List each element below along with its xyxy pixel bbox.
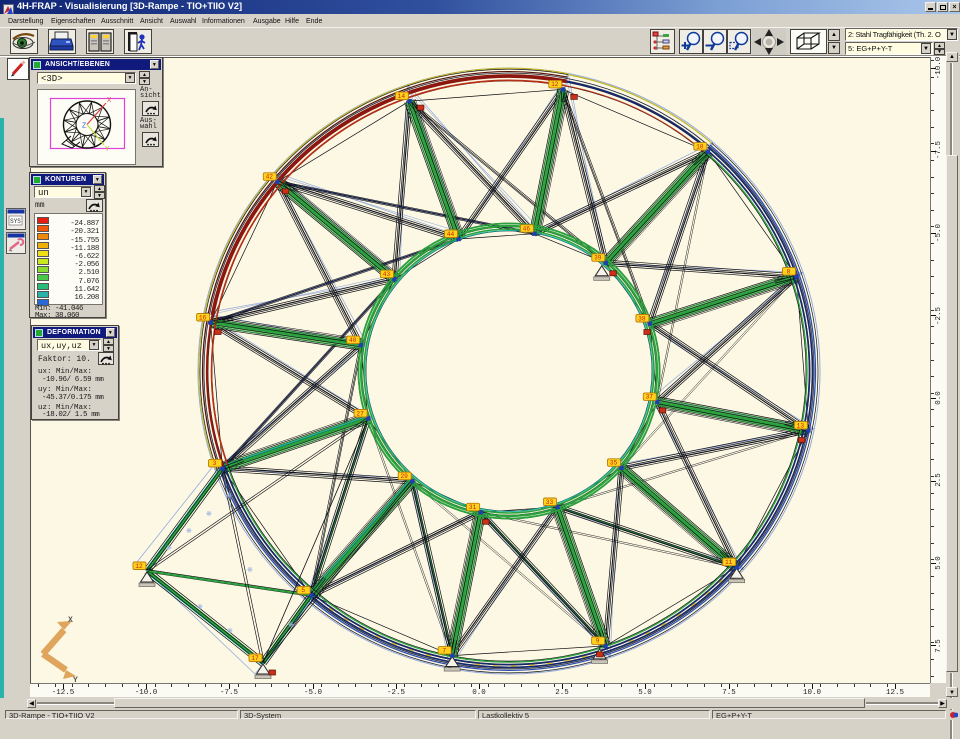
svg-text:37: 37	[646, 394, 654, 401]
svg-text:38: 38	[638, 315, 646, 322]
svg-text:11: 11	[725, 559, 733, 566]
svg-text:43: 43	[383, 271, 391, 278]
svg-text:33: 33	[546, 499, 554, 506]
svg-text:Z: Z	[82, 123, 86, 131]
svg-text:31: 31	[469, 504, 477, 511]
svg-text:35: 35	[610, 460, 618, 467]
svg-text:Y: Y	[73, 676, 78, 683]
svg-text:❋: ❋	[186, 527, 192, 535]
svg-text:❋: ❋	[197, 603, 203, 611]
svg-text:5: 5	[301, 587, 305, 594]
svg-text:❋: ❋	[166, 544, 172, 552]
svg-text:❋: ❋	[226, 492, 232, 500]
svg-text:SYS: SYS	[10, 218, 21, 225]
svg-text:46: 46	[523, 226, 531, 233]
svg-text:17: 17	[251, 655, 259, 662]
svg-text:16: 16	[199, 314, 207, 321]
svg-text:12: 12	[135, 563, 143, 570]
svg-text:44: 44	[447, 231, 455, 238]
svg-text:❋: ❋	[227, 627, 233, 635]
svg-text:❋: ❋	[288, 621, 294, 629]
svg-text:❋: ❋	[206, 510, 212, 518]
svg-text:14: 14	[398, 93, 406, 100]
svg-text:X: X	[68, 616, 73, 625]
svg-text:10: 10	[696, 143, 704, 150]
svg-text:7: 7	[442, 647, 446, 654]
svg-text:13: 13	[797, 422, 805, 429]
svg-text:12: 12	[551, 81, 559, 88]
svg-text:27: 27	[356, 410, 364, 417]
svg-text:9: 9	[596, 638, 600, 645]
svg-text:40: 40	[349, 337, 357, 344]
svg-text:39: 39	[594, 255, 602, 262]
svg-text:29: 29	[400, 473, 408, 480]
svg-text:❋: ❋	[247, 566, 253, 574]
svg-text:3: 3	[213, 460, 217, 467]
svg-text:42: 42	[266, 174, 274, 181]
svg-text:8: 8	[787, 268, 791, 275]
svg-text:Y: Y	[105, 146, 110, 154]
